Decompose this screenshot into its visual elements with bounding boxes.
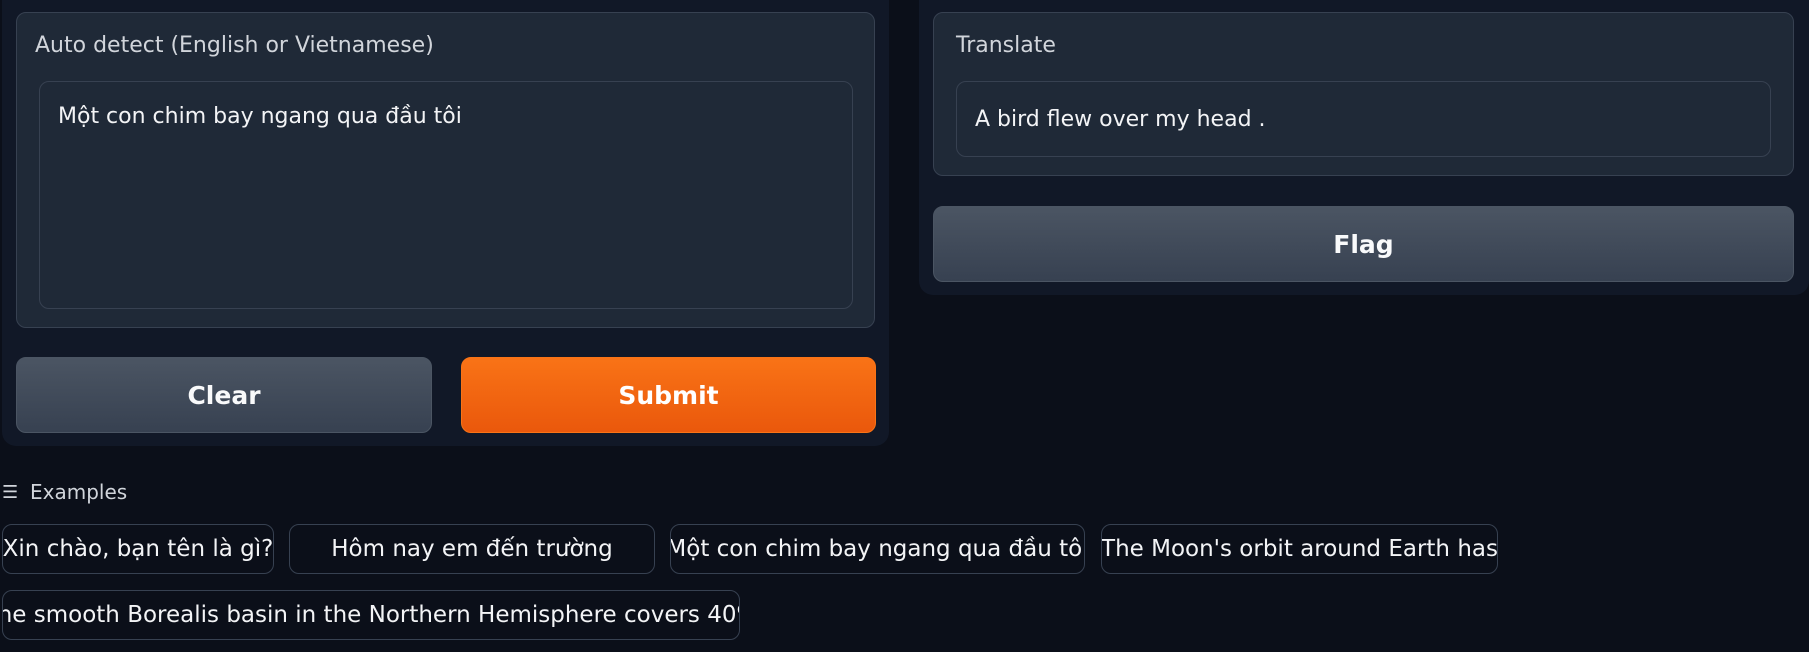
submit-button[interactable]: Submit — [461, 357, 876, 433]
output-label: Translate — [956, 33, 1056, 58]
flag-button[interactable]: Flag — [933, 206, 1794, 282]
example-item[interactable]: The Moon's orbit around Earth has — [1101, 524, 1498, 574]
source-text-input[interactable] — [39, 81, 853, 309]
app-root: Auto detect (English or Vietnamese) Clea… — [0, 0, 1809, 652]
example-item[interactable]: Hôm nay em đến trường — [289, 524, 655, 574]
examples-title: Examples — [30, 480, 128, 504]
example-item[interactable]: Một con chim bay ngang qua đầu tôi — [670, 524, 1085, 574]
translation-output[interactable]: A bird flew over my head . — [956, 81, 1771, 157]
output-panel: Translate A bird flew over my head . Fla… — [919, 0, 1809, 295]
input-block: Auto detect (English or Vietnamese) — [16, 12, 875, 328]
example-item[interactable]: The smooth Borealis basin in the Norther… — [2, 590, 740, 640]
output-block: Translate A bird flew over my head . — [933, 12, 1794, 176]
examples-header: ☰ Examples — [2, 480, 127, 504]
clear-button[interactable]: Clear — [16, 357, 432, 433]
list-icon: ☰ — [2, 481, 19, 503]
input-panel: Auto detect (English or Vietnamese) Clea… — [2, 0, 889, 446]
example-item[interactable]: Xin chào, bạn tên là gì? — [2, 524, 274, 574]
input-label: Auto detect (English or Vietnamese) — [35, 33, 434, 58]
